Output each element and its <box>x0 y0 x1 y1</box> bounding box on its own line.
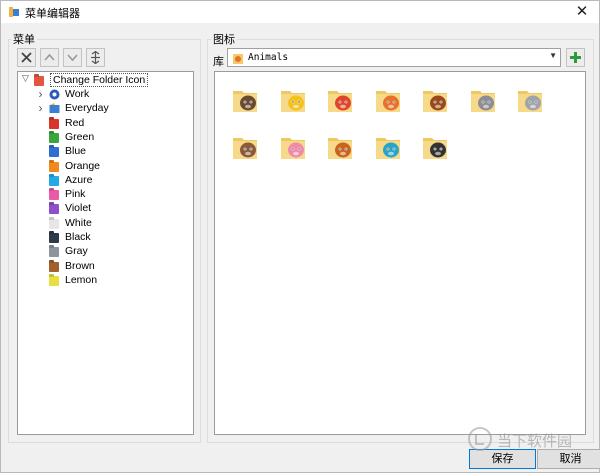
tree-item-lemon[interactable]: Lemon <box>49 273 97 287</box>
tree-item-white[interactable]: White <box>49 216 92 230</box>
library-select-value: Animals <box>248 52 289 63</box>
move-up-button[interactable] <box>40 48 59 67</box>
window-title: 菜单编辑器 <box>25 8 80 20</box>
violet-folder-icon <box>49 202 59 215</box>
lemon-folder-icon <box>49 274 59 286</box>
tree-item-label: Black <box>65 231 91 243</box>
koala-folder-icon[interactable] <box>516 85 546 115</box>
blue-folder-icon <box>49 145 59 158</box>
plus-icon <box>570 52 581 63</box>
menu-tree[interactable]: ▽ Change Folder Icon › Work › Everyday Red Gr… <box>17 71 194 435</box>
expand-everyday-icon[interactable]: › <box>36 101 45 115</box>
tree-item-label: White <box>65 216 92 229</box>
root-collapse-icon[interactable]: ▽ <box>21 73 30 83</box>
tree-item-label: Everyday <box>65 102 109 115</box>
tree-item-pink[interactable]: Pink <box>49 187 85 201</box>
delete-button[interactable] <box>17 48 36 67</box>
tree-item-azure[interactable]: Azure <box>49 173 92 187</box>
close-icon: ✕ <box>575 3 589 20</box>
icons-group-label: 图标 <box>211 31 237 47</box>
fox-folder-icon[interactable] <box>374 85 404 115</box>
tree-item-label: Orange <box>65 159 101 172</box>
lion-folder-icon[interactable] <box>421 85 451 115</box>
watermark: 当下软件园 <box>467 426 597 452</box>
icon-grid <box>214 71 586 435</box>
tree-item-label: Violet <box>65 202 92 215</box>
chevron-up-icon <box>44 53 55 61</box>
folder-icon <box>34 74 44 86</box>
tree-item-label: Work <box>65 88 90 100</box>
squirrel-folder-icon[interactable] <box>326 132 356 162</box>
black-folder-icon <box>49 231 59 243</box>
pig-folder-icon[interactable] <box>279 132 309 162</box>
tree-item-green[interactable]: Green <box>49 130 94 144</box>
tree-item-label: Azure <box>65 173 93 186</box>
red-folder-icon <box>49 117 59 129</box>
menu-editor-window: 菜单编辑器 ✕ 菜单 ▽ Change Folder Icon › Work › Ev… <box>0 0 600 473</box>
bird-folder-icon[interactable] <box>374 132 404 162</box>
gray-folder-icon <box>49 245 59 258</box>
tree-item-gray[interactable]: Gray <box>49 244 88 258</box>
x-icon <box>21 52 32 63</box>
save-button[interactable]: 保存 <box>469 449 536 469</box>
tree-item-violet[interactable]: Violet <box>49 201 91 215</box>
separator-icon <box>91 51 100 64</box>
tree-item-brown[interactable]: Brown <box>49 259 95 273</box>
watermark-logo-icon <box>468 427 492 451</box>
watermark-text: 当下软件园 <box>497 433 573 450</box>
tree-item-label: Green <box>65 130 95 143</box>
tree-item-work[interactable]: Work <box>49 87 89 101</box>
tree-root-item[interactable]: Change Folder Icon <box>34 73 149 87</box>
library-label: 库 <box>213 56 224 68</box>
move-down-button[interactable] <box>63 48 82 67</box>
zebra-folder-icon[interactable] <box>421 132 451 162</box>
tree-item-everyday[interactable]: Everyday <box>49 101 109 115</box>
tree-item-black[interactable]: Black <box>49 230 91 244</box>
chick-folder-icon[interactable] <box>279 85 309 115</box>
orange-folder-icon <box>49 160 59 172</box>
tree-item-label: Brown <box>65 259 95 272</box>
menu-group-label: 菜单 <box>11 31 37 47</box>
monkey-folder-icon[interactable] <box>231 132 261 162</box>
library-select[interactable]: Animals ▼ <box>227 48 561 67</box>
tree-item-label: Lemon <box>65 273 98 286</box>
dropdown-arrow-icon: ▼ <box>549 51 557 60</box>
expand-work-icon[interactable]: › <box>36 87 45 101</box>
app-icon <box>9 7 19 17</box>
tree-item-blue[interactable]: Blue <box>49 144 86 158</box>
tree-item-label: Blue <box>65 145 87 158</box>
animals-folder-icon <box>233 54 243 64</box>
tree-item-label: Gray <box>65 245 88 258</box>
tree-item-red[interactable]: Red <box>49 116 84 130</box>
chevron-down-icon <box>67 54 78 62</box>
azure-folder-icon <box>49 174 59 186</box>
separator-button[interactable] <box>86 48 105 67</box>
crab-folder-icon[interactable] <box>326 85 356 115</box>
pink-folder-icon <box>49 188 59 201</box>
hippo-folder-icon[interactable] <box>469 85 499 115</box>
close-button[interactable]: ✕ <box>565 1 599 23</box>
tree-item-orange[interactable]: Orange <box>49 159 100 173</box>
brown-folder-icon <box>49 260 59 272</box>
green-folder-icon <box>49 131 59 143</box>
cow-folder-icon[interactable] <box>231 85 261 115</box>
tree-root-label: Change Folder Icon <box>50 73 149 87</box>
white-folder-icon <box>49 217 59 229</box>
tree-item-label: Pink <box>65 188 86 201</box>
add-icon-button[interactable] <box>566 48 585 67</box>
tree-item-label: Red <box>65 116 85 129</box>
cancel-button[interactable]: 取消 <box>537 449 600 469</box>
work-badge-icon <box>49 89 60 99</box>
title-bar: 菜单编辑器 ✕ <box>1 1 599 23</box>
everyday-badge-icon <box>49 102 60 113</box>
